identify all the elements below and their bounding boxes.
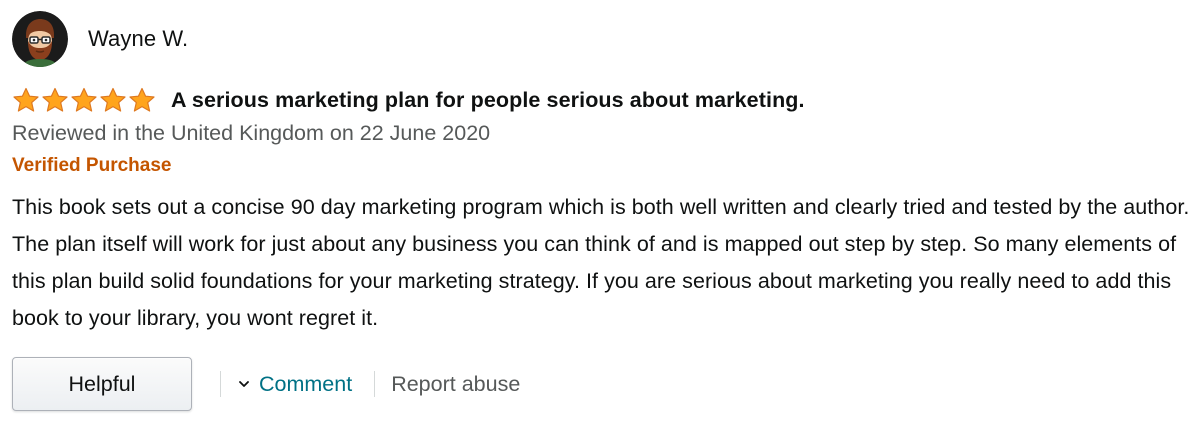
report-abuse-link[interactable]: Report abuse (391, 372, 520, 397)
divider (220, 371, 221, 397)
review-title-row: A serious marketing plan for people seri… (12, 85, 1198, 115)
review-actions: Helpful Comment Report abuse (12, 356, 1198, 412)
comment-link[interactable]: Comment (237, 372, 352, 397)
customer-review: Wayne W. A serious marketing plan for pe… (12, 10, 1198, 412)
star-icon (128, 87, 156, 113)
bearded-man-avatar-icon (12, 11, 68, 67)
review-title[interactable]: A serious marketing plan for people seri… (171, 88, 805, 113)
helpful-button[interactable]: Helpful (12, 357, 192, 411)
reviewer-profile[interactable]: Wayne W. (12, 10, 1198, 68)
comment-label: Comment (259, 371, 353, 396)
divider (374, 371, 376, 397)
review-date: Reviewed in the United Kingdom on 22 Jun… (12, 121, 491, 145)
star-icon (99, 87, 127, 113)
avatar[interactable] (12, 11, 68, 67)
review-body: This book sets out a concise 90 day mark… (12, 195, 1190, 330)
reviewer-name[interactable]: Wayne W. (88, 26, 188, 52)
star-rating[interactable] (12, 87, 157, 113)
chevron-down-icon (239, 381, 249, 387)
verified-purchase-badge: Verified Purchase (12, 155, 172, 176)
star-icon (12, 87, 40, 113)
star-icon (70, 87, 98, 113)
star-icon (41, 87, 69, 113)
